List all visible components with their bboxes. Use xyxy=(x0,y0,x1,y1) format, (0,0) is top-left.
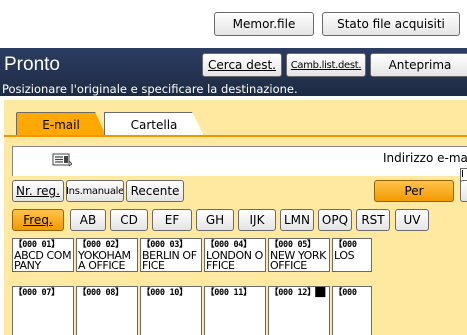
entry-number: 【000 07】 xyxy=(14,288,60,298)
camb-list-dest-button[interactable]: Camb.list.dest. xyxy=(286,53,366,77)
per-button[interactable]: Per xyxy=(374,180,454,202)
address-entry[interactable]: 【000 05】 NEW YORK OFFICE xyxy=(268,238,330,272)
entry-name: YOKOHAMA OFFICE xyxy=(78,248,131,272)
index-tab-label: Freq. xyxy=(23,213,53,227)
address-entry[interactable]: 【000 03】 BERLIN OFFICE xyxy=(140,238,202,272)
entry-number: 【000 11】 xyxy=(206,288,252,298)
entry-name: NEW YORK OFFICE xyxy=(270,248,326,272)
tab-cartella-label: Cartella xyxy=(130,117,178,132)
anteprima-button[interactable]: Anteprima xyxy=(370,53,467,77)
index-tab-label: IJK xyxy=(249,213,265,227)
address-entry[interactable]: 【000 08】 xyxy=(76,286,138,335)
entry-name: BERLIN OFFICE xyxy=(142,248,197,272)
next-field-button[interactable] xyxy=(460,180,467,202)
entry-name: LONDON OFFICE xyxy=(206,248,263,272)
address-entry[interactable]: 【000 02】 YOKOHAMA OFFICE xyxy=(76,238,138,272)
index-tab-label: OPQ xyxy=(321,213,349,227)
tab-email[interactable]: E-mail xyxy=(16,112,106,136)
index-tab-uv[interactable]: UV xyxy=(395,209,429,231)
index-tab-label: AB xyxy=(79,213,97,227)
index-tab-label: LMN xyxy=(283,213,310,227)
camb-list-dest-label: Camb.list.dest. xyxy=(290,59,362,71)
index-tab-ijk[interactable]: IJK xyxy=(238,209,276,231)
entry-name: ABCD COMPANY xyxy=(14,248,72,272)
address-entry[interactable]: 【000 xyxy=(332,286,372,335)
index-tab-cd[interactable]: CD xyxy=(110,209,148,231)
index-tab-ef[interactable]: EF xyxy=(152,209,192,231)
instruction-text: Posizionare l'originale e specificare la… xyxy=(2,82,298,96)
entry-number: 【000 12】██ xyxy=(270,288,325,298)
ins-manuale-button[interactable]: Ins.manuale xyxy=(66,180,124,202)
page-title: Pronto xyxy=(4,54,60,75)
nr-reg-button[interactable]: Nr. reg. xyxy=(12,180,64,202)
address-entry[interactable]: 【000 12】██ xyxy=(268,286,330,335)
index-tab-label: UV xyxy=(403,213,421,227)
address-entry[interactable]: 【000 04】 LONDON OFFICE xyxy=(204,238,266,272)
destination-device-icon xyxy=(52,153,72,167)
memor-file-button[interactable]: Memor.file xyxy=(214,12,314,36)
tab-cartella[interactable]: Cartella xyxy=(104,112,204,136)
entry-name: LOS xyxy=(334,248,355,262)
index-tab-label: CD xyxy=(120,213,138,227)
index-tab-rst[interactable]: RST xyxy=(356,209,390,231)
address-entry[interactable]: 【000 LOS xyxy=(332,238,372,272)
entry-number: 【000 10】 xyxy=(142,288,188,298)
entry-number: 【000 xyxy=(334,288,357,298)
tab-divider xyxy=(4,135,467,137)
nr-reg-label: Nr. reg. xyxy=(16,184,60,198)
address-entry[interactable]: 【000 10】 xyxy=(140,286,202,335)
cerca-dest-label: Cerca dest. xyxy=(208,58,276,72)
index-tab-ab[interactable]: AB xyxy=(70,209,106,231)
tab-email-label: E-mail xyxy=(42,117,80,132)
address-entry[interactable]: 【000 01】 ABCD COMPANY xyxy=(12,238,74,272)
cerca-dest-button[interactable]: Cerca dest. xyxy=(202,53,282,77)
address-label: Indirizzo e-ma xyxy=(383,151,467,165)
index-tab-label: GH xyxy=(205,213,225,227)
address-entry[interactable]: 【000 07】 xyxy=(12,286,74,335)
destination-field-lower xyxy=(12,172,467,176)
index-tab-lmn[interactable]: LMN xyxy=(280,209,314,231)
recente-button[interactable]: Recente xyxy=(126,180,184,202)
index-tab-gh[interactable]: GH xyxy=(196,209,234,231)
entry-number: 【000 08】 xyxy=(78,288,124,298)
index-tab-opq[interactable]: OPQ xyxy=(318,209,352,231)
stato-file-acquisiti-button[interactable]: Stato file acquisiti xyxy=(322,12,460,36)
index-tab-label: EF xyxy=(164,213,180,227)
address-entry[interactable]: 【000 11】 xyxy=(204,286,266,335)
index-tab-label: RST xyxy=(361,213,385,227)
index-tab-freq[interactable]: Freq. xyxy=(12,209,64,231)
